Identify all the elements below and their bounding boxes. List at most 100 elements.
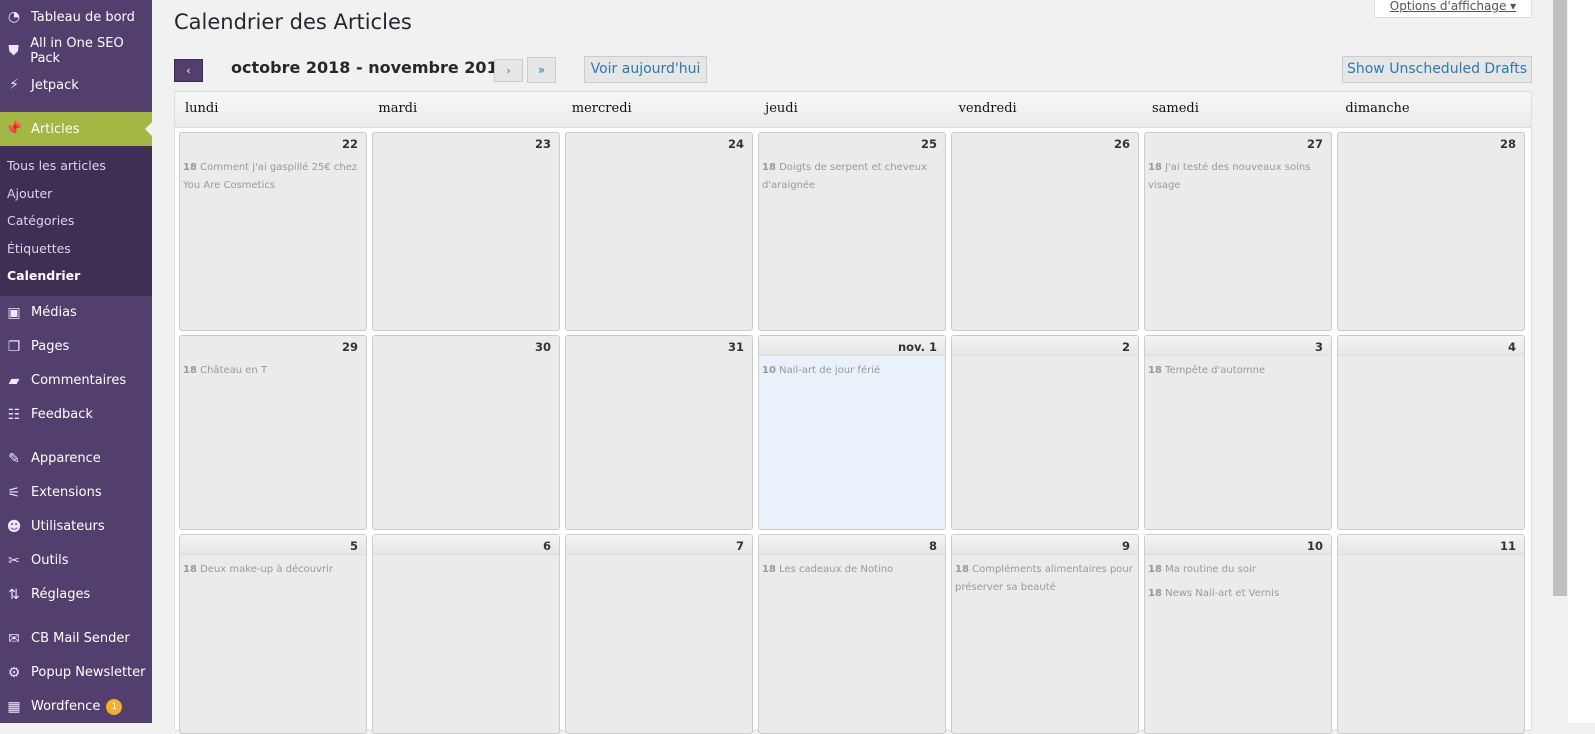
menu-item-outils[interactable]: ✂ Outils (0, 544, 152, 578)
menu-item-m-dias[interactable]: ▣ Médias (0, 296, 152, 330)
scheduled-post[interactable]: 18 Ma routine du soir (1145, 555, 1331, 579)
submenu-item[interactable]: Ajouter (0, 180, 152, 208)
day-number: 29 (341, 340, 358, 354)
day-cell[interactable]: 7 (565, 534, 753, 734)
day-cell[interactable]: 24 (565, 132, 753, 331)
main-content: Calendrier des Articles Options d'affich… (152, 0, 1552, 734)
next-button[interactable]: › (494, 59, 523, 82)
menu-item-apparence[interactable]: ✎ Apparence (0, 442, 152, 476)
post-time: 18 (762, 564, 776, 575)
day-cell[interactable]: 11 (1337, 534, 1525, 734)
scheduled-post[interactable]: 18 J'ai testé des nouveaux soins visage (1145, 153, 1331, 195)
menu-item-r-glages[interactable]: ⇅ Réglages (0, 578, 152, 612)
pages-icon: ❐ (7, 338, 21, 355)
comment-icon: ▰ (8, 372, 20, 389)
scheduled-post[interactable]: 18 Les cadeaux de Notino (759, 555, 945, 579)
scrollbar-thumb[interactable] (1553, 0, 1567, 596)
post-time: 10 (762, 365, 776, 376)
submenu-item[interactable]: Calendrier (0, 262, 152, 290)
menu-item-pages[interactable]: ❐ Pages (0, 330, 152, 364)
weekday-header: lundi mardi mercredi jeudi vendredi samedi dim… (175, 92, 1531, 128)
wrench-icon: ✂ (8, 552, 20, 569)
scheduled-post[interactable]: 18 Deux make-up à découvrir (180, 555, 366, 579)
weekday-label: jeudi (765, 101, 798, 116)
scheduled-post[interactable]: 18 Tempête d'automne (1145, 356, 1331, 380)
dashboard-icon: ◔ (7, 9, 21, 25)
day-number: 7 (566, 535, 752, 555)
day-number: 23 (534, 137, 551, 151)
scheduled-post[interactable]: 18 Comment j'ai gaspillé 25€ chez You Ar… (180, 153, 366, 195)
menu-item-wordfence[interactable]: ▦ Wordfence 1 (0, 690, 152, 724)
mail-icon: ✉ (8, 630, 20, 647)
day-cell[interactable]: 25 18 Doigts de serpent et cheveux d'arai… (758, 132, 946, 331)
day-cell[interactable]: 23 (372, 132, 560, 331)
day-cell[interactable]: 22 18 Comment j'ai gaspillé 25€ chez You … (179, 132, 367, 331)
menu-item-all-in-one-seo-pack[interactable]: ⛊ All in One SEO Pack (0, 34, 152, 68)
day-cell[interactable]: 2 (951, 335, 1139, 530)
day-cell[interactable]: 26 (951, 132, 1139, 331)
day-number: 3 (1145, 336, 1331, 356)
day-cell[interactable]: 28 (1337, 132, 1525, 331)
day-cell[interactable]: 9 18 Compléments alimentaires pour préser… (951, 534, 1139, 734)
weekday-label: dimanche (1345, 101, 1410, 116)
day-number: 27 (1306, 137, 1323, 151)
today-button[interactable]: Voir aujourd'hui (584, 56, 707, 83)
scheduled-post[interactable]: 18 News Nail-art et Vernis (1145, 579, 1331, 603)
settings-icon: ⇅ (8, 586, 20, 603)
menu-item-popup-newsletter[interactable]: ⚙ Popup Newsletter (0, 656, 152, 690)
show-unscheduled-drafts-button[interactable]: Show Unscheduled Drafts (1342, 56, 1532, 83)
post-title: Château en T (200, 365, 268, 376)
day-cell[interactable]: 31 (565, 335, 753, 530)
scheduled-post[interactable]: 18 Château en T (180, 356, 366, 380)
day-cell[interactable]: 29 18 Château en T (179, 335, 367, 530)
post-time: 18 (1148, 588, 1162, 599)
day-number: 10 (1145, 535, 1331, 555)
post-time: 18 (1148, 365, 1162, 376)
submenu-item[interactable]: Catégories (0, 207, 152, 235)
menu-item-articles[interactable]: 📌 Articles (0, 112, 152, 146)
day-number: 30 (534, 340, 551, 354)
day-number: nov. 1 (759, 336, 945, 356)
day-cell[interactable]: 4 (1337, 335, 1525, 530)
screen-options-button[interactable]: Options d'affichage ▾ (1374, 0, 1532, 18)
day-cell[interactable]: 5 18 Deux make-up à découvrir (179, 534, 367, 734)
window-edge (1568, 0, 1595, 723)
menu-item-cb-mail-sender[interactable]: ✉ CB Mail Sender (0, 622, 152, 656)
day-cell[interactable]: nov. 1 10 Nail-art de jour férié (758, 335, 946, 530)
post-time: 18 (955, 564, 969, 575)
submenu-item[interactable]: Tous les articles (0, 152, 152, 180)
scheduled-post[interactable]: 10 Nail-art de jour férié (759, 356, 945, 380)
menu-item-extensions[interactable]: ⚟ Extensions (0, 476, 152, 510)
day-number: 28 (1499, 137, 1516, 151)
day-cell[interactable]: 27 18 J'ai testé des nouveaux soins visag… (1144, 132, 1332, 331)
calendar-week: 29 18 Château en T 30 31 nov. 1 10 Nail-art d… (175, 335, 1531, 530)
day-cell[interactable]: 8 18 Les cadeaux de Notino (758, 534, 946, 734)
menu-item-tableau-de-bord[interactable]: ◔ Tableau de bord (0, 0, 152, 34)
post-time: 18 (183, 365, 197, 376)
notification-badge: 1 (106, 698, 123, 715)
post-title: Nail-art de jour férié (779, 365, 881, 376)
menu-item-commentaires[interactable]: ▰ Commentaires (0, 364, 152, 398)
menu-item-feedback[interactable]: ☷ Feedback (0, 398, 152, 432)
prev-button[interactable]: ‹ (174, 59, 203, 82)
post-title: Tempête d'automne (1165, 365, 1265, 376)
brush-icon: ✎ (8, 450, 20, 467)
day-number: 24 (727, 137, 744, 151)
wordfence-icon: ▦ (7, 698, 21, 715)
scheduled-post[interactable]: 18 Compléments alimentaires pour préserv… (952, 555, 1138, 597)
day-cell[interactable]: 10 18 Ma routine du soir 18 News Nail-art … (1144, 534, 1332, 734)
menu-item-utilisateurs[interactable]: ☻ Utilisateurs (0, 510, 152, 544)
weekday-label: mardi (378, 101, 418, 116)
calendar-week: 22 18 Comment j'ai gaspillé 25€ chez You … (175, 132, 1531, 331)
day-cell[interactable]: 30 (372, 335, 560, 530)
scheduled-post[interactable]: 18 Doigts de serpent et cheveux d'araign… (759, 153, 945, 195)
weekday-label: vendredi (958, 101, 1017, 116)
menu-item-jetpack[interactable]: ⚡ Jetpack (0, 68, 152, 102)
submenu-item[interactable]: Étiquettes (0, 235, 152, 263)
day-cell[interactable]: 3 18 Tempête d'automne (1144, 335, 1332, 530)
post-time: 18 (183, 564, 197, 575)
day-cell[interactable]: 6 (372, 534, 560, 734)
next-fast-button[interactable]: » (527, 57, 556, 83)
post-title: Doigts de serpent et cheveux d'araignée (762, 162, 928, 191)
day-number: 25 (920, 137, 937, 151)
